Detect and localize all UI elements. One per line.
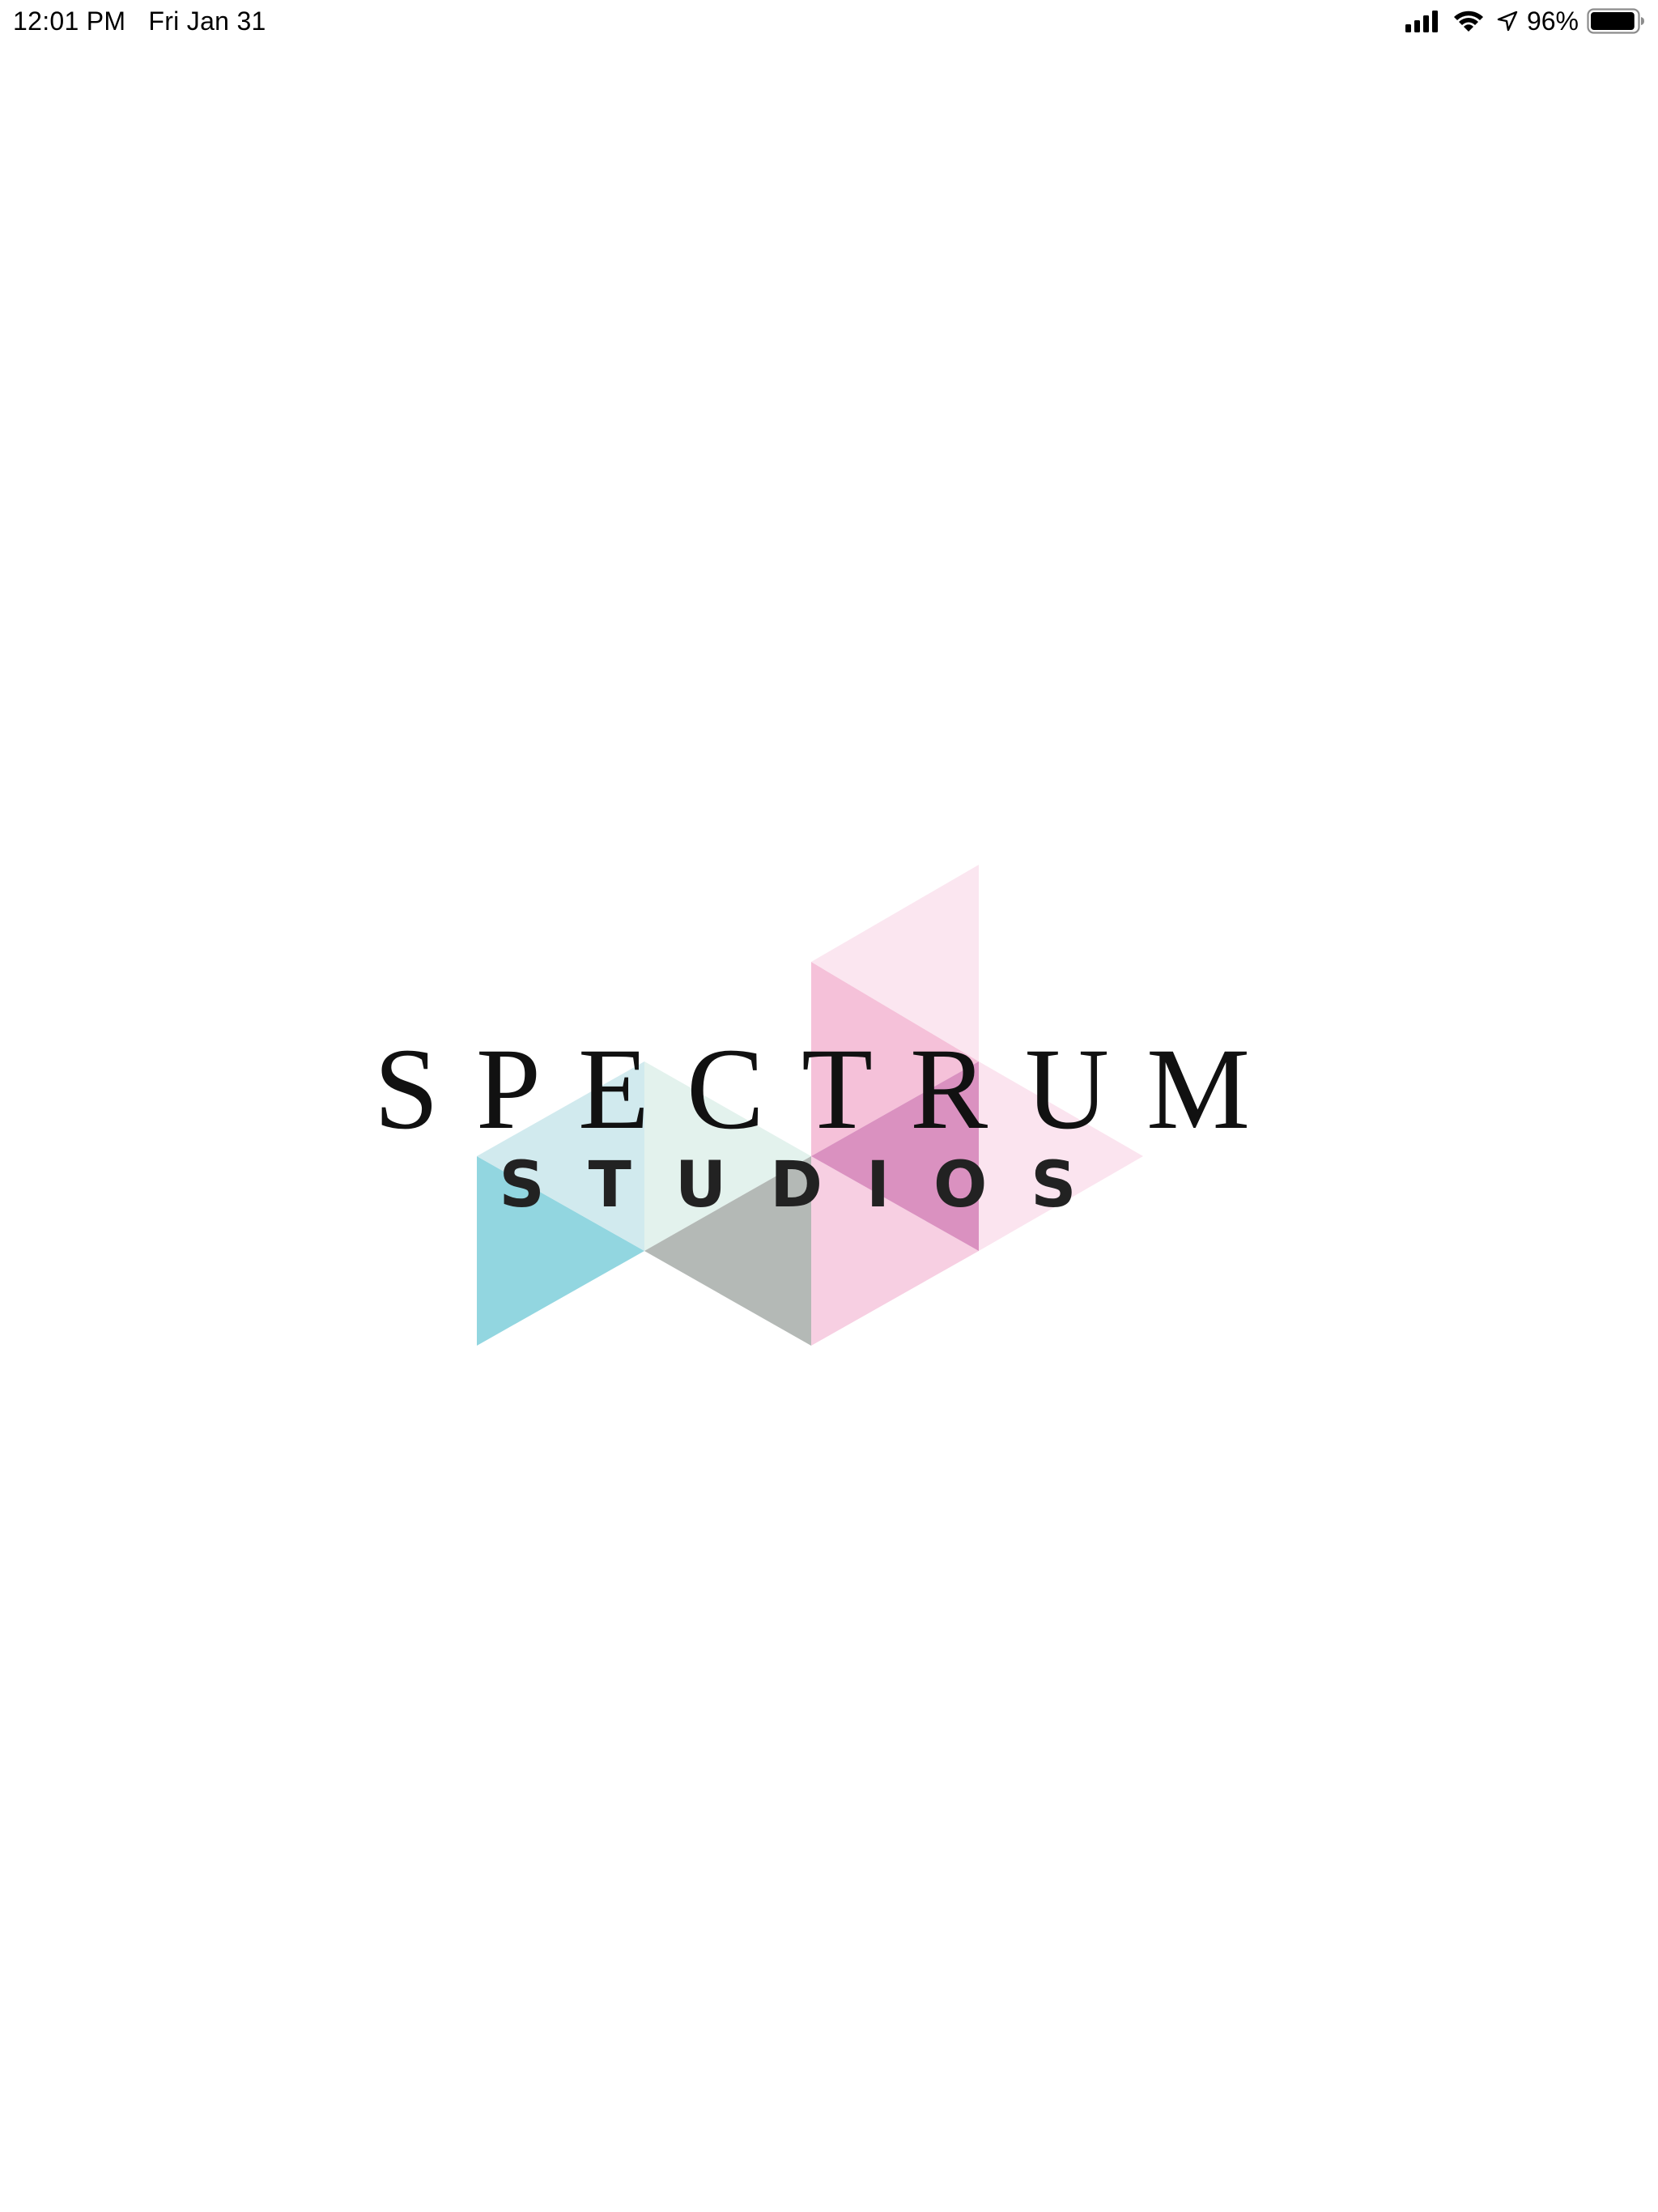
logo-subtitle: STUDIOS [500,1149,1120,1222]
spectrum-studios-logo: SPECTRUM STUDIOS [0,0,1658,2212]
logo-wordmark: SPECTRUM [374,1025,1287,1154]
logo-mark: SPECTRUM STUDIOS [374,865,1287,1346]
